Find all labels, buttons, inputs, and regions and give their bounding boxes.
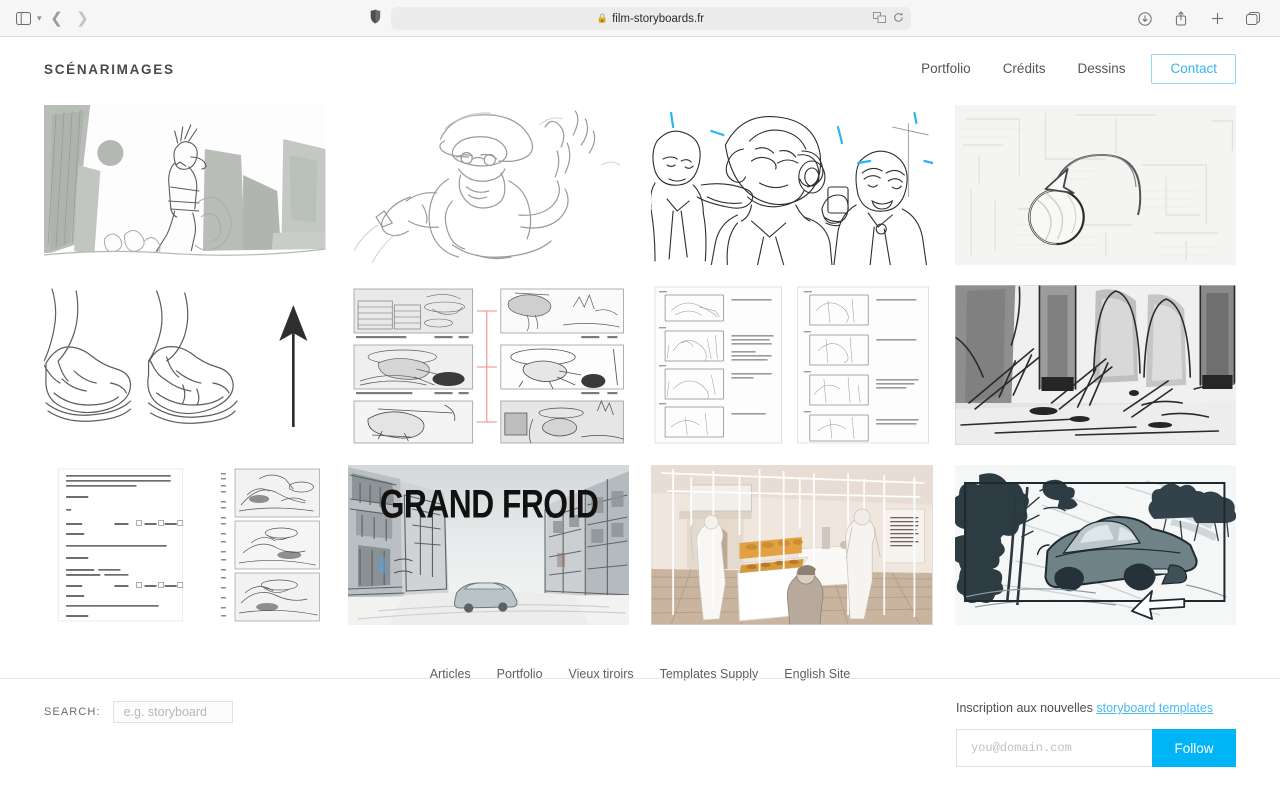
thumb-car-chase[interactable]: [954, 465, 1236, 625]
browser-toolbar-right: [1134, 0, 1264, 37]
site-header: SCÉNARIMAGES Portfolio Crédits Dessins C…: [0, 37, 1280, 101]
subscribe-form: Follow: [956, 729, 1236, 767]
browser-toolbar-left: ▾ ❮ ❯: [0, 7, 94, 29]
new-tab-icon[interactable]: [1206, 8, 1228, 30]
address-bar-actions: [872, 11, 904, 26]
gallery-grid: GRAND FROID: [0, 105, 1280, 625]
address-bar-url: film-storyboards.fr: [612, 12, 705, 25]
thumb-pencil-man-hose[interactable]: [347, 105, 629, 265]
browser-toolbar: ▾ ❮ ❯ 🔒 film-storyboards.fr: [0, 0, 1280, 37]
subscribe-caption-text: Inscription aux nouvelles: [956, 701, 1097, 715]
back-chevron-icon[interactable]: ❮: [46, 7, 68, 29]
nav-contact-button[interactable]: Contact: [1151, 54, 1236, 84]
site-brand[interactable]: SCÉNARIMAGES: [44, 62, 175, 77]
tab-overview-icon[interactable]: [1242, 8, 1264, 30]
nav-dessins[interactable]: Dessins: [1061, 62, 1141, 76]
sidebar-chevron-down-icon[interactable]: ▾: [37, 13, 42, 24]
address-bar[interactable]: 🔒 film-storyboards.fr: [390, 7, 911, 30]
downloads-icon[interactable]: [1134, 8, 1156, 30]
storyboard-templates-link[interactable]: storyboard templates: [1096, 701, 1213, 715]
thumb-arrow-sphere[interactable]: [954, 105, 1236, 265]
thumb-feet-sneakers[interactable]: [44, 285, 326, 445]
thumb-retail-interior[interactable]: [651, 465, 933, 625]
addressbar-row: 🔒 film-storyboards.fr: [0, 0, 1280, 37]
search-input[interactable]: [112, 701, 233, 723]
sidebar-toggle-icon[interactable]: [12, 7, 34, 29]
subscribe-group: Inscription aux nouvelles storyboard tem…: [956, 701, 1236, 767]
thumb-desert-figure[interactable]: [44, 105, 326, 265]
share-icon[interactable]: [1170, 8, 1192, 30]
bottom-bar: SEARCH: Inscription aux nouvelles storyb…: [0, 678, 1280, 794]
thumb-lineart-crowd[interactable]: [651, 105, 933, 265]
subscribe-caption: Inscription aux nouvelles storyboard tem…: [956, 701, 1213, 715]
privacy-shield-icon[interactable]: [370, 9, 381, 29]
nav-portfolio[interactable]: Portfolio: [905, 62, 987, 76]
translate-icon[interactable]: [872, 11, 886, 26]
address-bar-content: 🔒 film-storyboards.fr: [597, 13, 704, 25]
thumb-helicopter-board[interactable]: [347, 285, 629, 445]
email-field[interactable]: [956, 729, 1152, 767]
main-nav: Portfolio Crédits Dessins Contact: [905, 54, 1236, 84]
forward-chevron-icon[interactable]: ❯: [72, 7, 94, 29]
page-body: SCÉNARIMAGES Portfolio Crédits Dessins C…: [0, 37, 1280, 794]
search-label: SEARCH:: [44, 706, 101, 718]
reload-icon[interactable]: [893, 12, 904, 26]
thumb-cathedral-ruin[interactable]: [954, 285, 1236, 445]
follow-button[interactable]: Follow: [1152, 729, 1236, 767]
thumb-grand-froid[interactable]: GRAND FROID: [347, 465, 629, 625]
thumb-script-and-panels[interactable]: [44, 465, 326, 625]
search-group: SEARCH:: [44, 701, 233, 723]
grand-froid-title: GRAND FROID: [379, 481, 598, 526]
nav-credits[interactable]: Crédits: [987, 62, 1062, 76]
lock-icon: 🔒: [596, 13, 609, 23]
thumb-two-page-board[interactable]: [651, 285, 933, 445]
